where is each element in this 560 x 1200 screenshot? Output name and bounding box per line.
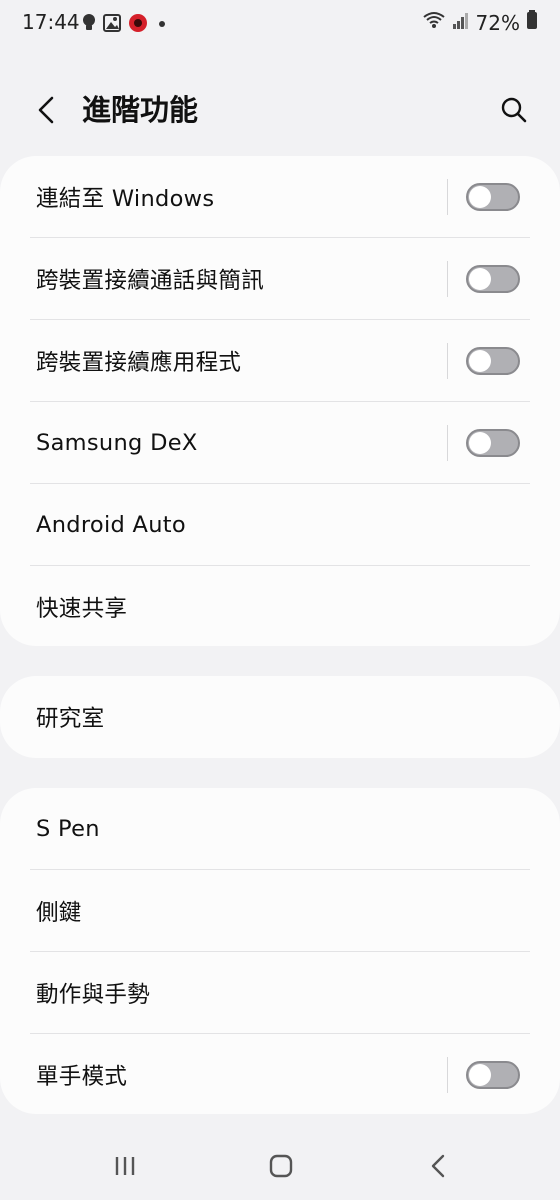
status-bar: 17:44 72% [0,0,560,48]
search-icon [501,97,527,123]
samsung-dex-toggle[interactable] [466,429,520,457]
back-icon [431,1154,445,1178]
recent-apps-button[interactable] [105,1148,145,1184]
toggle-divider [447,425,448,461]
setting-label: 動作與手勢 [36,981,151,1008]
toggle-knob [469,432,491,454]
signal-icon [452,11,470,35]
antutu-app-icon [128,13,148,37]
navigation-bar [0,1130,560,1200]
setting-label: 跨裝置接續應用程式 [36,349,242,376]
setting-app-continuity[interactable]: 跨裝置接續應用程式 [30,320,530,402]
app-continuity-toggle[interactable] [466,347,520,375]
setting-call-text-continuity[interactable]: 跨裝置接續通話與簡訊 [30,238,530,320]
wifi-icon [422,10,446,35]
setting-label: S Pen [36,815,100,842]
nav-back-button[interactable] [418,1148,458,1184]
setting-labs[interactable]: 研究室 [30,676,530,758]
image-icon [103,14,121,36]
settings-group-1: 連結至 Windows 跨裝置接續通話與簡訊 跨裝置接續應用程式 Samsung… [0,156,560,646]
page-title: 進階功能 [82,93,199,127]
toggle-divider [447,179,448,215]
setting-label: 側鍵 [36,899,82,926]
home-icon [269,1154,293,1178]
battery-icon [526,10,538,35]
setting-label: Android Auto [36,511,186,538]
toggle-knob [469,268,491,290]
setting-s-pen[interactable]: S Pen [30,788,530,870]
one-handed-mode-toggle[interactable] [466,1061,520,1089]
link-to-windows-toggle[interactable] [466,183,520,211]
setting-label: 連結至 Windows [36,185,215,212]
setting-samsung-dex[interactable]: Samsung DeX [30,402,530,484]
bulb-icon [82,13,96,37]
setting-label: 研究室 [36,706,105,732]
setting-link-to-windows[interactable]: 連結至 Windows [30,156,530,238]
setting-label: Samsung DeX [36,429,198,456]
battery-percent: 72% [475,10,520,35]
status-time: 17:44 [22,10,80,34]
settings-group-2: 研究室 [0,676,560,758]
setting-label: 單手模式 [36,1064,128,1090]
back-button[interactable] [26,90,66,130]
toggle-divider [447,1057,448,1093]
setting-android-auto[interactable]: Android Auto [30,484,530,566]
setting-one-handed-mode[interactable]: 單手模式 [30,1034,530,1116]
setting-side-key[interactable]: 側鍵 [30,870,530,952]
toggle-divider [447,343,448,379]
setting-motions-gestures[interactable]: 動作與手勢 [30,952,530,1034]
chevron-left-icon [38,96,54,124]
system-icons: 72% [422,10,538,35]
toggle-knob [469,186,491,208]
toggle-divider [447,261,448,297]
settings-group-3: S Pen 側鍵 動作與手勢 單手模式 [0,788,560,1114]
recent-apps-icon [115,1157,135,1175]
home-button[interactable] [261,1148,301,1184]
call-text-continuity-toggle[interactable] [466,265,520,293]
setting-quick-share[interactable]: 快速共享 [30,566,530,648]
setting-label: 快速共享 [36,596,128,622]
search-button[interactable] [494,90,534,130]
toggle-knob [469,1064,491,1086]
dot-icon [155,16,169,35]
app-bar: 進階功能 [0,70,560,150]
setting-label: 跨裝置接續通話與簡訊 [36,267,265,294]
toggle-knob [469,350,491,372]
notification-icons [82,13,169,37]
